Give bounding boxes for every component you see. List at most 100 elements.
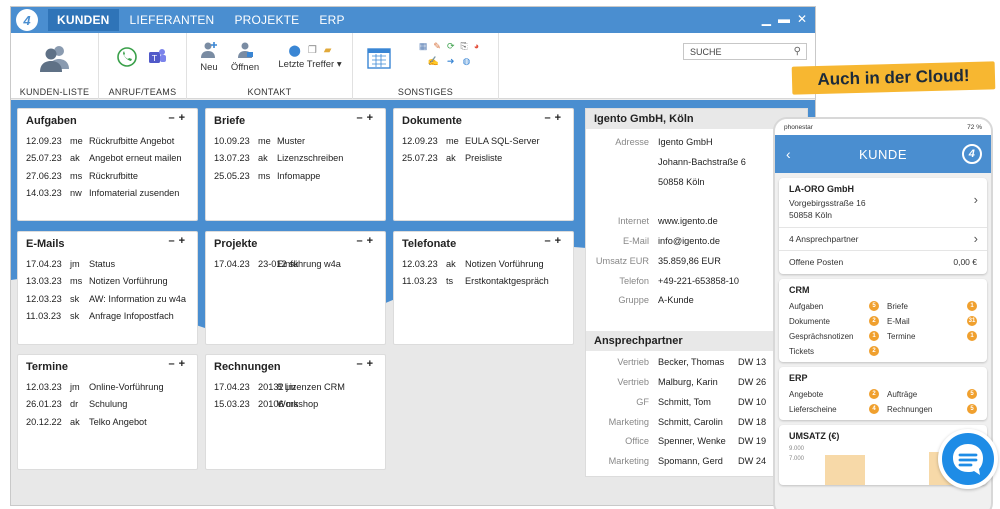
card-rechnungen[interactable]: Rechnungen –+ 17.04.23 20132 jm 8 Lizenzen… [205, 354, 386, 470]
open-items-label: Offene Posten [789, 257, 844, 267]
new-contact-button[interactable]: Neu [197, 41, 221, 73]
grid-item[interactable]: Briefe 1 [887, 301, 977, 311]
collapse-expand-icon[interactable]: –+ [544, 235, 565, 247]
ribbon-group-anruf: T ANRUF/TEAMS [99, 33, 187, 99]
card-rows: 12.09.23 me EULA SQL-Server 25.07.23 ak Preis… [394, 133, 573, 168]
card-projekte[interactable]: Projekte –+ 17.04.23 23-012 sk Einführung … [205, 231, 386, 345]
grid-item[interactable]: Gesprächsnotizen 1 [789, 331, 879, 341]
grid-item[interactable]: Dokumente 2 [789, 316, 879, 326]
list-item[interactable]: 17.04.23 23-012 sk Einführung w4a [206, 256, 385, 273]
item-subject: Lizenzschreiben [277, 153, 344, 164]
count-badge: 2 [869, 316, 879, 326]
customer-list-button[interactable] [39, 43, 71, 73]
search-input[interactable]: SUCHE ⚲ [683, 43, 807, 60]
detail-label: Umsatz EUR [595, 255, 649, 266]
card-briefe[interactable]: Briefe –+ 10.09.23 me Muster 13.07.23 ak Lize… [205, 108, 386, 221]
detail-label: E-Mail [622, 235, 649, 246]
list-item[interactable]: 14.03.23 nw Infomaterial zusenden [18, 185, 197, 202]
card-termine[interactable]: Termine –+ 12.03.23 jm Online-Vorführung 26… [17, 354, 198, 470]
grid-item[interactable]: Lieferscheine 4 [789, 404, 879, 414]
collapse-expand-icon[interactable]: –+ [356, 235, 377, 247]
maximize-icon[interactable]: ▬ [778, 11, 790, 27]
grid-item[interactable]: Aufträge 5 [887, 389, 977, 399]
phone-button[interactable] [117, 47, 137, 70]
list-item[interactable]: 17.04.23 jm Status [18, 256, 197, 273]
list-item[interactable]: 25.05.23 ms Infomappe [206, 168, 385, 185]
collapse-expand-icon[interactable]: –+ [544, 112, 565, 124]
list-item[interactable]: 27.06.23 ms Rückrufbitte [18, 168, 197, 185]
back-chevron-icon[interactable]: ‹ [786, 146, 791, 162]
list-item[interactable]: 15.03.23 20106 ms Workshop [206, 396, 385, 413]
detail-value[interactable]: +49-221-653858-10 [658, 272, 739, 292]
list-item[interactable]: 17.04.23 20132 jm 8 Lizenzen CRM [206, 379, 385, 396]
detail-value[interactable]: info@igento.de [658, 232, 720, 252]
grid-item[interactable]: Tickets 2 [789, 346, 879, 356]
recent-hits-dropdown[interactable]: ⬤ ❐ ▰ Letzte Treffer ▾ [275, 41, 345, 71]
list-item[interactable]: 10.09.23 me Muster [206, 133, 385, 150]
count-badge: 5 [967, 389, 977, 399]
close-icon[interactable]: ✕ [797, 11, 807, 27]
tab-kunden[interactable]: KUNDEN [48, 9, 119, 31]
item-date: 17.04.23 [214, 259, 250, 269]
customer-card[interactable]: LA-ORO GmbH Vorgebirgsstraße 16 50858 Kö… [779, 178, 987, 274]
grid-item-label: Dokumente [789, 316, 830, 326]
card-emails[interactable]: E-Mails –+ 17.04.23 jm Status 13.03.23 ms Not… [17, 231, 198, 345]
list-item[interactable]: 25.07.23 ak Angebot erneut mailen [18, 150, 197, 167]
list-item[interactable]: 13.03.23 ms Notizen Vorführung [18, 273, 197, 290]
collapse-expand-icon[interactable]: –+ [356, 358, 377, 370]
collapse-expand-icon[interactable]: –+ [168, 112, 189, 124]
svg-text:T: T [151, 54, 157, 63]
list-item[interactable]: 13.07.23 ak Lizenzschreiben [206, 150, 385, 167]
list-item[interactable]: 20.12.22 ak Telko Angebot [18, 414, 197, 431]
list-item[interactable]: 25.07.23 ak Preisliste [394, 150, 573, 167]
grid-item[interactable]: Angebote 2 [789, 389, 879, 399]
contacts-link[interactable]: 4 Ansprechpartner › [779, 227, 987, 250]
teams-button[interactable]: T [147, 47, 167, 70]
open-contact-button[interactable]: Öffnen [227, 41, 263, 73]
grid-item[interactable]: E-Mail 31 [887, 316, 977, 326]
dashboard-area: Aufgaben –+ 12.09.23 me Rückrufbitte Angeb… [11, 100, 815, 505]
calendar-button[interactable] [367, 47, 391, 72]
list-item[interactable]: 11.03.23 ts Erstkontaktgespräch [394, 273, 573, 290]
minimize-icon[interactable]: ▁ [762, 11, 771, 27]
contact-role: Marketing [608, 416, 649, 427]
grid-item[interactable]: Aufgaben 5 [789, 301, 879, 311]
detail-label: Internet [617, 216, 649, 227]
card-dokumente[interactable]: Dokumente –+ 12.09.23 me EULA SQL-Server 25… [393, 108, 574, 221]
count-badge: 5 [967, 404, 977, 414]
item-date: 12.03.23 [26, 382, 62, 392]
card-telefonate[interactable]: Telefonate –+ 12.03.23 ak Notizen Vorführu… [393, 231, 574, 345]
chevron-right-icon[interactable]: › [974, 192, 978, 207]
location-pin-icon: ⬤ [288, 44, 301, 57]
list-item[interactable]: 26.01.23 dr Schulung [18, 396, 197, 413]
item-date: 12.09.23 [26, 136, 62, 146]
search-icon[interactable]: ⚲ [794, 46, 801, 57]
card-aufgaben[interactable]: Aufgaben –+ 12.09.23 me Rückrufbitte Angeb… [17, 108, 198, 221]
misc-tools[interactable]: ▦ ✎ ⟳ ⎘ ◕ ✍ ➜ ◍ [411, 41, 487, 67]
grid-item[interactable]: Rechnungen 5 [887, 404, 977, 414]
tab-lieferanten[interactable]: LIEFERANTEN [121, 9, 224, 31]
item-user: ms [70, 276, 83, 287]
tab-erp[interactable]: ERP [310, 9, 353, 31]
list-item[interactable]: 12.09.23 me Rückrufbitte Angebot [18, 133, 197, 150]
item-user: me [446, 136, 459, 146]
collapse-expand-icon[interactable]: –+ [168, 358, 189, 370]
collapse-expand-icon[interactable]: –+ [168, 235, 189, 247]
chat-button[interactable] [938, 429, 998, 489]
card-title: Briefe [214, 115, 246, 127]
card-rows: 12.03.23 ak Notizen Vorführung 11.03.23 ts Er… [394, 256, 573, 291]
detail-value: A-Kunde [658, 295, 694, 306]
list-item[interactable]: 12.03.23 jm Online-Vorführung [18, 379, 197, 396]
list-item[interactable]: 12.03.23 sk AW: Information zu w4a [18, 291, 197, 308]
detail-value[interactable]: www.igento.de [658, 212, 718, 232]
collapse-expand-icon[interactable]: –+ [356, 112, 377, 124]
list-item[interactable]: 12.03.23 ak Notizen Vorführung [394, 256, 573, 273]
item-user: ts [446, 276, 454, 287]
grid-item[interactable]: Termine 1 [887, 331, 977, 341]
window-controls: ▁ ▬ ✕ [762, 11, 807, 27]
list-item[interactable]: 11.03.23 sk Anfrage Infopostfach [18, 308, 197, 325]
list-item[interactable]: 12.09.23 me EULA SQL-Server [394, 133, 573, 150]
item-user: 20132 jm [258, 382, 296, 392]
tab-projekte[interactable]: PROJEKTE [225, 9, 308, 31]
chevron-right-icon[interactable]: › [974, 231, 978, 246]
